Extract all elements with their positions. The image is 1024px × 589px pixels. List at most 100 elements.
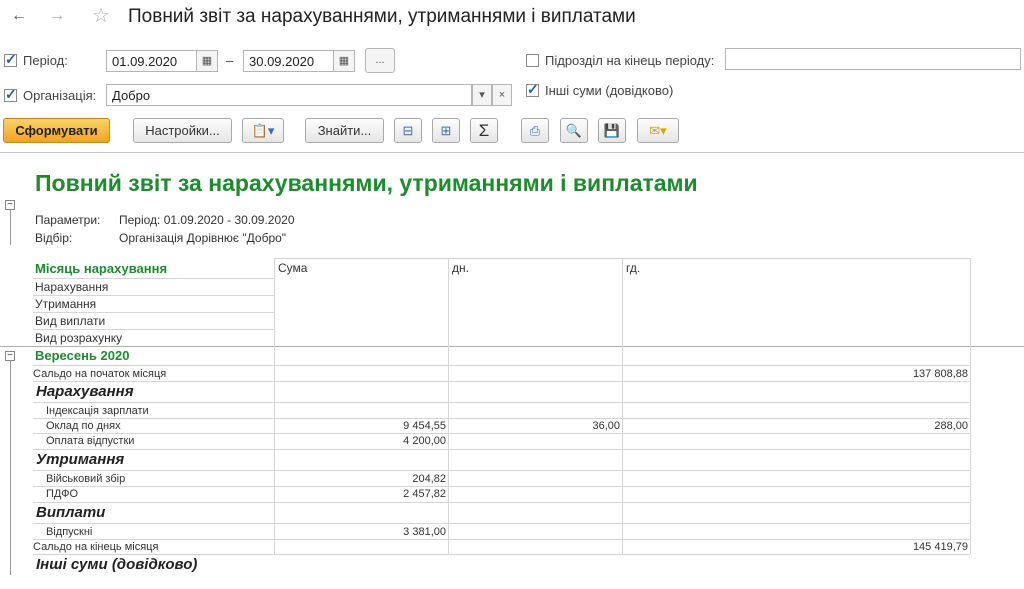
grid-line [33, 449, 970, 450]
collapse-groups-button[interactable]: ⊟ [394, 118, 422, 143]
hours-column-header: гд. [626, 261, 641, 275]
group-tree-line [10, 205, 11, 245]
group-tree-line [10, 357, 11, 575]
variants-button[interactable]: 📋▾ [242, 118, 284, 143]
payments-section-title: Виплати [36, 504, 106, 521]
organization-value: Добро [112, 88, 151, 103]
header-bottom-line [0, 346, 1024, 347]
toolbar-divider [0, 152, 1024, 153]
accruals-section-title: Нарахування [36, 383, 134, 400]
deduction-row-name: ПДФО [46, 488, 79, 500]
grid-line [33, 502, 970, 503]
header-row-calc-type: Вид розрахунку [35, 331, 123, 345]
save-button[interactable]: 💾 [598, 118, 626, 143]
arrow-left-icon: ← [11, 7, 27, 24]
floppy-disk-icon: 💾 [603, 123, 621, 138]
opening-balance-value: 137 808,88 [912, 368, 968, 380]
accrual-row-sum: 4 200,00 [403, 435, 446, 447]
settings-button[interactable]: Настройки... [133, 118, 232, 143]
collapse-month-icon[interactable]: − [5, 351, 15, 361]
params-label: Параметри: [35, 213, 101, 227]
grid-line [33, 486, 970, 487]
deduction-row-sum: 204,82 [412, 473, 446, 485]
calendar-from-button[interactable]: ▦ [196, 50, 218, 72]
accrual-row-name: Оклад по днях [46, 420, 121, 432]
print-preview-icon: 🔍 [565, 123, 583, 138]
organization-checkbox[interactable] [4, 86, 17, 103]
send-email-button[interactable]: ✉▾ [637, 118, 679, 143]
document-variant-icon: 📋▾ [251, 123, 275, 138]
opening-balance-label: Сальдо на початок місяця [33, 368, 167, 380]
grid-line [970, 346, 971, 554]
subdivision-checkbox[interactable] [526, 54, 539, 67]
deduction-row-name: Військовий збір [46, 473, 126, 485]
grid-line [33, 312, 274, 313]
grid-line [33, 295, 274, 296]
closing-balance-label: Сальдо на кінець місяця [33, 541, 159, 553]
grid-line [33, 523, 970, 524]
period-from-value: 01.09.2020 [112, 54, 178, 69]
grid-line [33, 365, 970, 366]
deduction-row-sum: 2 457,82 [403, 488, 446, 500]
star-icon[interactable]: ☆ [92, 5, 110, 27]
grid-line [33, 470, 970, 471]
payment-row-name: Відпускні [46, 526, 93, 538]
accrual-row-name: Індексація зарплати [46, 405, 149, 417]
grid-line [33, 554, 970, 555]
organization-dropdown-button[interactable]: ▾ [472, 84, 492, 106]
period-label: Період: [23, 53, 68, 68]
other-sums-section-title: Інші суми (довідково) [36, 556, 198, 573]
period-to-value: 30.09.2020 [249, 54, 315, 69]
subdivision-field[interactable] [725, 48, 1021, 70]
grid-line [33, 539, 970, 540]
expand-groups-button[interactable]: ⊞ [432, 118, 460, 143]
expand-groups-icon: ⊞ [440, 123, 452, 138]
accrual-row-days: 36,00 [592, 420, 620, 432]
other-sums-label: Інші суми (довідково) [545, 83, 674, 98]
grid-line [33, 402, 970, 403]
month-column-header: Місяць нарахування [35, 261, 168, 276]
accrual-row-name: Оплата відпустки [46, 435, 135, 447]
forward-button[interactable]: → [44, 5, 70, 27]
payment-row-sum: 3 381,00 [403, 526, 446, 538]
organization-label: Організація: [23, 88, 97, 103]
organization-clear-button[interactable]: × [492, 84, 512, 106]
header-row-payment-type: Вид виплати [35, 314, 106, 328]
back-button[interactable]: ← [6, 5, 32, 27]
preview-button[interactable]: 🔍 [560, 118, 588, 143]
grid-line [274, 258, 970, 259]
calendar-icon: ▦ [201, 55, 213, 67]
period-dash: – [226, 53, 234, 68]
generate-button[interactable]: Сформувати [3, 118, 110, 143]
report-title: Повний звіт за нарахуваннями, утриманням… [35, 170, 698, 196]
collapse-groups-icon: ⊟ [402, 123, 414, 138]
find-button[interactable]: Знайти... [305, 118, 384, 143]
deductions-section-title: Утримання [36, 451, 125, 468]
grid-line [33, 433, 970, 434]
params-value: Період: 01.09.2020 - 30.09.2020 [119, 213, 295, 227]
arrow-right-icon: → [49, 7, 65, 24]
filter-label: Відбір: [35, 231, 73, 245]
accrual-row-hours: 288,00 [934, 420, 968, 432]
subdivision-label: Підрозділ на кінець періоду: [545, 53, 715, 68]
print-button[interactable]: ⎙ [521, 118, 549, 143]
collapse-params-icon[interactable]: − [5, 200, 15, 210]
grid-line [33, 381, 970, 382]
window-title: Повний звіт за нарахуваннями, утриманням… [128, 6, 636, 27]
days-column-header: дн. [452, 261, 469, 275]
header-row-accrual: Нарахування [35, 280, 109, 294]
sum-column-header: Сума [278, 261, 308, 275]
closing-balance-value: 145 419,79 [912, 541, 968, 553]
other-sums-checkbox[interactable] [526, 81, 539, 98]
period-select-button[interactable]: ... [365, 48, 395, 73]
envelope-icon: ✉▾ [649, 123, 667, 138]
calendar-to-button[interactable]: ▦ [333, 50, 355, 72]
close-icon: × [498, 89, 506, 101]
organization-field[interactable]: Добро [106, 84, 472, 106]
period-checkbox[interactable] [4, 51, 17, 68]
grid-line [33, 418, 970, 419]
header-row-deduction: Утримання [35, 297, 97, 311]
month-group-title: Вересень 2020 [35, 348, 130, 363]
chevron-down-icon: ▾ [479, 89, 485, 101]
sum-button[interactable]: Σ [470, 118, 498, 143]
